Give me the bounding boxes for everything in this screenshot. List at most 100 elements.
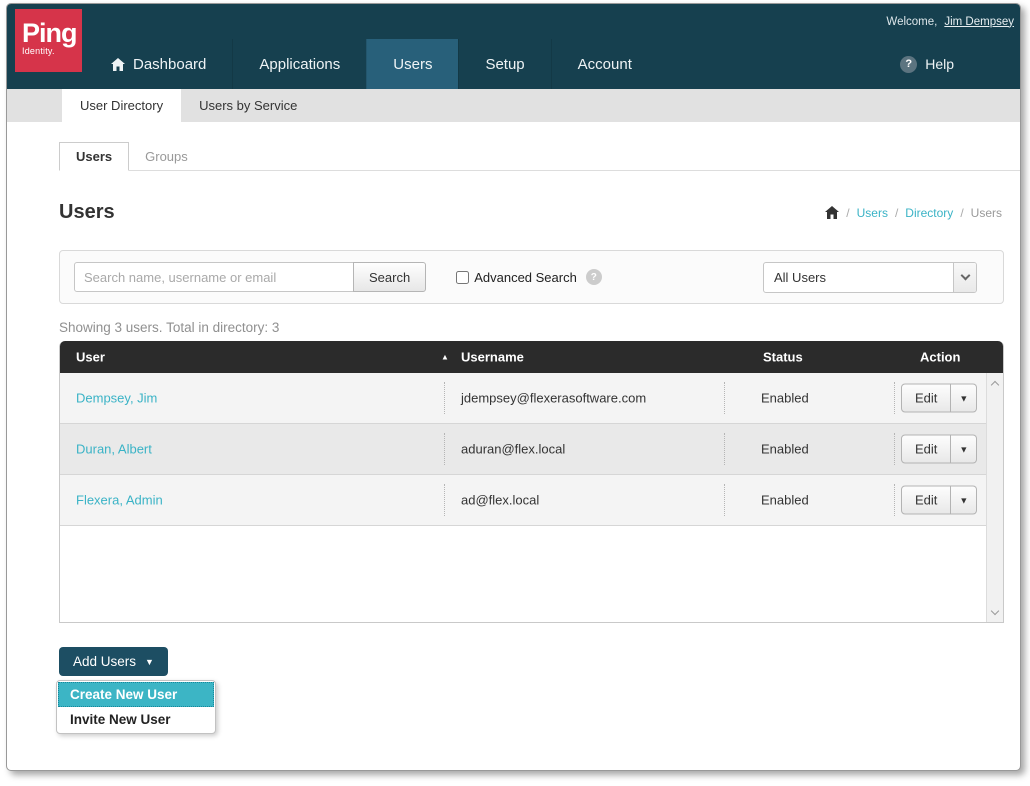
username-cell: ad@flex.local [461, 493, 539, 508]
help-label: Help [925, 56, 954, 72]
breadcrumb: / Users / Directory / Users [825, 206, 1002, 220]
status-cell: Enabled [761, 391, 809, 406]
edit-split-button: Edit ▼ [901, 435, 977, 464]
tab-users-by-service[interactable]: Users by Service [181, 89, 315, 122]
nav-item-setup[interactable]: Setup [458, 39, 550, 89]
username-cell: jdempsey@flexerasoftware.com [461, 391, 646, 406]
results-summary: Showing 3 users. Total in directory: 3 [59, 320, 1004, 335]
search-input[interactable] [74, 262, 354, 292]
filter-selected-value: All Users [764, 270, 953, 285]
edit-dropdown-caret[interactable]: ▼ [951, 435, 977, 464]
table-header-row: User ▲ Username Status Action [60, 341, 1003, 373]
search-panel: Search Advanced Search ? All Users [59, 250, 1004, 304]
status-cell: Enabled [761, 493, 809, 508]
subtab-users[interactable]: Users [59, 142, 129, 171]
chevron-down-icon: ▼ [145, 657, 154, 667]
advanced-search-checkbox[interactable] [456, 271, 469, 284]
advanced-search-group: Advanced Search ? [456, 269, 602, 285]
user-name-link[interactable]: Duran, Albert [76, 442, 152, 457]
breadcrumb-current: Users [971, 206, 1002, 220]
column-divider [444, 484, 445, 516]
advanced-search-label: Advanced Search [474, 270, 577, 285]
breadcrumb-users-link[interactable]: Users [857, 206, 888, 220]
scroll-up-icon[interactable] [987, 375, 1003, 391]
secondary-tabstrip: Users Groups [59, 142, 1020, 171]
edit-split-button: Edit ▼ [901, 486, 977, 515]
column-header-username[interactable]: Username [461, 350, 524, 365]
content-area: Users Groups Users / Users / Directory /… [7, 142, 1020, 676]
breadcrumb-separator: / [846, 206, 849, 220]
nav-item-label: Users [393, 56, 432, 73]
brand-name: Ping [22, 20, 82, 46]
advanced-search-help-icon[interactable]: ? [586, 269, 602, 285]
users-table: User ▲ Username Status Action Dempsey, J… [59, 341, 1004, 623]
nav-item-label: Dashboard [133, 56, 206, 73]
table-row: Flexera, Admin ad@flex.local Enabled Edi… [60, 475, 986, 526]
tab-label: User Directory [80, 98, 163, 113]
table-row: Duran, Albert aduran@flex.local Enabled … [60, 424, 986, 475]
subtab-label: Groups [145, 149, 188, 164]
user-filter-select[interactable]: All Users [763, 262, 977, 293]
sort-ascending-icon[interactable]: ▲ [441, 353, 449, 362]
nav-item-label: Account [578, 56, 632, 73]
column-divider [894, 433, 895, 465]
column-divider [894, 382, 895, 414]
welcome-label: Welcome, [886, 16, 937, 28]
edit-button[interactable]: Edit [901, 384, 951, 413]
table-row: Dempsey, Jim jdempsey@flexerasoftware.co… [60, 373, 986, 424]
column-header-user[interactable]: User [76, 350, 105, 365]
table-scrollbar[interactable] [986, 373, 1003, 622]
subtab-label: Users [76, 149, 112, 164]
primary-tabstrip: User Directory Users by Service [7, 89, 1020, 122]
ping-identity-logo[interactable]: Ping Identity. [15, 9, 82, 72]
add-users-group: Add Users ▼ Create New User Invite New U… [59, 647, 259, 676]
menu-item-create-new-user[interactable]: Create New User [58, 682, 214, 707]
nav-item-dashboard[interactable]: Dashboard [85, 39, 232, 89]
nav-item-applications[interactable]: Applications [232, 39, 366, 89]
edit-button[interactable]: Edit [901, 486, 951, 515]
nav-item-account[interactable]: Account [551, 39, 658, 89]
breadcrumb-home-icon[interactable] [825, 206, 839, 219]
edit-dropdown-caret[interactable]: ▼ [951, 486, 977, 515]
status-cell: Enabled [761, 442, 809, 457]
search-button[interactable]: Search [353, 262, 426, 292]
column-divider [724, 484, 725, 516]
tab-label: Users by Service [199, 98, 297, 113]
user-name-link[interactable]: Dempsey, Jim [76, 391, 157, 406]
breadcrumb-separator: / [960, 206, 963, 220]
username-cell: aduran@flex.local [461, 442, 565, 457]
tab-user-directory[interactable]: User Directory [62, 89, 181, 122]
table-body: Dempsey, Jim jdempsey@flexerasoftware.co… [60, 373, 986, 526]
column-divider [724, 433, 725, 465]
add-users-button[interactable]: Add Users ▼ [59, 647, 168, 676]
main-nav: Dashboard Applications Users Setup Accou… [7, 39, 1020, 89]
chevron-down-icon [953, 263, 976, 292]
user-name-link[interactable]: Flexera, Admin [76, 493, 163, 508]
edit-button[interactable]: Edit [901, 435, 951, 464]
header: Ping Identity. Welcome, Jim Dempsey Dash… [7, 4, 1020, 89]
subtab-groups[interactable]: Groups [129, 143, 204, 170]
breadcrumb-separator: / [895, 206, 898, 220]
breadcrumb-directory-link[interactable]: Directory [905, 206, 953, 220]
home-icon [111, 58, 125, 71]
column-header-status[interactable]: Status [763, 350, 803, 365]
scroll-down-icon[interactable] [987, 604, 1003, 620]
menu-item-invite-new-user[interactable]: Invite New User [58, 707, 214, 732]
help-icon: ? [900, 56, 917, 73]
nav-item-users[interactable]: Users [366, 39, 458, 89]
help-button[interactable]: ? Help [900, 39, 954, 89]
column-divider [894, 484, 895, 516]
column-divider [444, 382, 445, 414]
title-row: Users / Users / Directory / Users [59, 201, 1004, 224]
page-title: Users [59, 201, 115, 224]
nav-item-label: Applications [259, 56, 340, 73]
nav-item-label: Setup [485, 56, 524, 73]
column-divider [444, 433, 445, 465]
app-window: Ping Identity. Welcome, Jim Dempsey Dash… [6, 3, 1021, 771]
column-divider [724, 382, 725, 414]
column-header-action: Action [920, 350, 960, 365]
current-user-link[interactable]: Jim Dempsey [944, 16, 1014, 28]
top-strip: Welcome, Jim Dempsey [7, 4, 1020, 39]
add-users-menu: Create New User Invite New User [56, 680, 216, 734]
edit-dropdown-caret[interactable]: ▼ [951, 384, 977, 413]
